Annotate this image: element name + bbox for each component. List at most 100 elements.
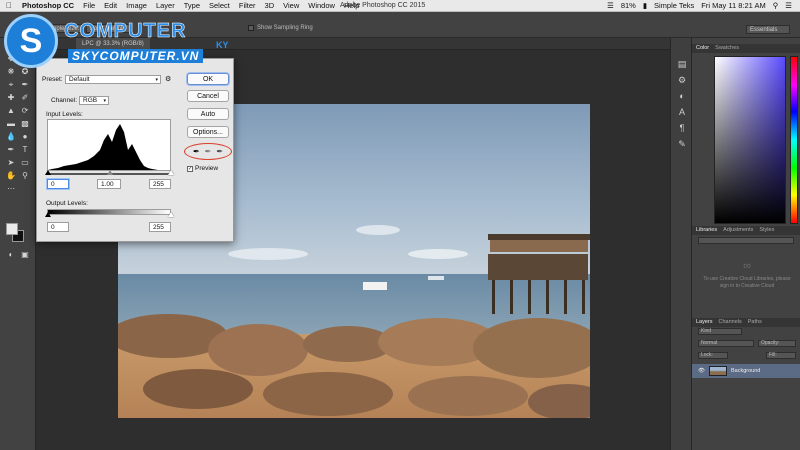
brush-tool-icon[interactable]: ✐ bbox=[20, 93, 30, 103]
preview-checkbox[interactable]: ✓ Preview bbox=[187, 165, 218, 172]
library-select[interactable] bbox=[698, 237, 794, 244]
menu-file[interactable]: File bbox=[83, 1, 95, 10]
checkbox-icon[interactable] bbox=[248, 25, 254, 31]
more-tools-icon[interactable]: ⋯ bbox=[6, 184, 16, 194]
workspace-switcher[interactable]: Essentials bbox=[746, 25, 790, 34]
zoom-tool-icon[interactable]: ⚲ bbox=[20, 171, 30, 181]
input-gamma-field[interactable]: 1.00 bbox=[97, 179, 121, 189]
layer-row-background[interactable]: 👁 Background bbox=[692, 364, 800, 378]
paragraph-icon[interactable]: ¶ bbox=[676, 122, 688, 134]
foreground-color-swatch[interactable] bbox=[6, 223, 18, 235]
screen-mode-icon[interactable]: ▣ bbox=[20, 250, 30, 260]
quick-select-tool-icon[interactable]: ✪ bbox=[20, 67, 30, 77]
cancel-button[interactable]: Cancel bbox=[187, 90, 229, 102]
menu-filter[interactable]: Filter bbox=[239, 1, 256, 10]
crop-tool-icon[interactable]: ⌖ bbox=[6, 80, 16, 90]
preset-options-icon[interactable]: ⚙ bbox=[165, 75, 171, 83]
opacity-label[interactable]: Opacity: bbox=[758, 340, 796, 347]
tab-styles[interactable]: Styles bbox=[759, 226, 774, 235]
output-black-handle[interactable] bbox=[45, 212, 51, 217]
menu-view[interactable]: View bbox=[283, 1, 299, 10]
channel-select[interactable]: RGB ▾ bbox=[79, 96, 109, 105]
history-brush-icon[interactable]: ⟳ bbox=[20, 106, 30, 116]
menu-edit[interactable]: Edit bbox=[104, 1, 117, 10]
document-tab[interactable]: LPC @ 33.3% (RGB/8) bbox=[76, 38, 150, 50]
panel-icon-strip: ▤ ⚙ ◐ A ¶ ✎ bbox=[670, 38, 692, 450]
options-button[interactable]: Options... bbox=[187, 126, 229, 138]
character-icon[interactable]: A bbox=[676, 106, 688, 118]
shape-tool-icon[interactable]: ▭ bbox=[20, 158, 30, 168]
eraser-tool-icon[interactable]: ▬ bbox=[6, 119, 16, 129]
menu-app-name[interactable]: Photoshop CC bbox=[22, 1, 74, 10]
menu-type[interactable]: Type bbox=[184, 1, 200, 10]
black-point-eyedropper-icon[interactable]: ✒ bbox=[193, 147, 200, 156]
input-gamma-handle[interactable] bbox=[107, 170, 113, 175]
lasso-tool-icon[interactable]: ❋ bbox=[6, 67, 16, 77]
white-point-eyedropper-icon[interactable]: ✒ bbox=[216, 147, 223, 156]
move-tool-icon[interactable]: ✥ bbox=[6, 54, 16, 64]
healing-tool-icon[interactable]: ✚ bbox=[6, 93, 16, 103]
color-field[interactable] bbox=[714, 56, 786, 224]
sampling-ring-label: Show Sampling Ring bbox=[257, 25, 313, 31]
auto-button[interactable]: Auto bbox=[187, 108, 229, 120]
wifi-icon[interactable]: ☰ bbox=[607, 1, 614, 10]
input-black-handle[interactable] bbox=[45, 170, 51, 175]
gradient-tool-icon[interactable]: ▩ bbox=[20, 119, 30, 129]
adjustments-icon[interactable]: ◐ bbox=[676, 90, 688, 102]
output-white-field[interactable]: 255 bbox=[149, 222, 171, 232]
right-panels: Color Swatches Libraries Adjustments Sty… bbox=[692, 38, 800, 450]
clock[interactable]: Fri May 11 8:21 AM bbox=[701, 1, 765, 10]
output-black-field[interactable]: 0 bbox=[47, 222, 69, 232]
ok-button[interactable]: OK bbox=[187, 73, 229, 85]
hue-slider[interactable] bbox=[790, 56, 798, 224]
quick-mask-icon[interactable]: ◐ bbox=[6, 250, 16, 260]
preset-select[interactable]: Default ▾ bbox=[65, 75, 161, 84]
tab-libraries[interactable]: Libraries bbox=[696, 226, 717, 235]
sample-size-select[interactable]: Point Sample bbox=[86, 24, 130, 33]
preset-value: Default bbox=[69, 76, 90, 83]
gray-point-eyedropper-icon[interactable]: ✒ bbox=[205, 147, 212, 156]
input-white-handle[interactable] bbox=[168, 170, 174, 175]
eyedropper-tool-icon[interactable]: ✒ bbox=[20, 80, 30, 90]
visibility-eye-icon[interactable]: 👁 bbox=[698, 368, 705, 374]
output-white-handle[interactable] bbox=[168, 212, 174, 217]
output-levels-label: Output Levels: bbox=[46, 200, 88, 207]
chevron-down-icon: ▾ bbox=[155, 77, 158, 83]
pen-tool-icon[interactable]: ✒ bbox=[6, 145, 16, 155]
dodge-tool-icon[interactable]: ● bbox=[20, 132, 30, 142]
tab-swatches[interactable]: Swatches bbox=[715, 44, 739, 53]
tab-color[interactable]: Color bbox=[696, 44, 709, 53]
tools-panel: ✥ □ ❋ ✪ ⌖ ✒ ✚ ✐ ▲ ⟳ ▬ ▩ 💧 ● ✒ T ➤ ▭ ✋ ⚲ … bbox=[0, 38, 36, 450]
marquee-tool-icon[interactable]: □ bbox=[20, 54, 30, 64]
battery-percent[interactable]: 81% bbox=[621, 1, 636, 10]
menu-3d[interactable]: 3D bbox=[265, 1, 275, 10]
menu-select[interactable]: Select bbox=[209, 1, 230, 10]
tab-adjustments[interactable]: Adjustments bbox=[723, 226, 753, 235]
apple-icon[interactable]:  bbox=[6, 1, 16, 10]
tab-layers[interactable]: Layers bbox=[696, 318, 713, 327]
fill-label[interactable]: Fill: bbox=[766, 352, 796, 359]
sampling-ring-checkbox[interactable]: Show Sampling Ring bbox=[248, 25, 313, 31]
properties-icon[interactable]: ⚙ bbox=[676, 74, 688, 86]
brush-settings-icon[interactable]: ✎ bbox=[676, 138, 688, 150]
input-white-field[interactable]: 255 bbox=[149, 179, 171, 189]
tab-paths[interactable]: Paths bbox=[748, 318, 762, 327]
tab-channels[interactable]: Channels bbox=[719, 318, 742, 327]
input-black-field[interactable]: 0 bbox=[47, 179, 69, 189]
blend-mode-select[interactable]: Normal bbox=[698, 340, 754, 347]
checkmark-icon[interactable]: ✓ bbox=[187, 165, 193, 172]
menu-image[interactable]: Image bbox=[126, 1, 147, 10]
user-name[interactable]: Simple Teks bbox=[654, 1, 694, 10]
path-select-tool-icon[interactable]: ➤ bbox=[6, 158, 16, 168]
stamp-tool-icon[interactable]: ▲ bbox=[6, 106, 16, 116]
hand-tool-icon[interactable]: ✋ bbox=[6, 171, 16, 181]
notifications-icon[interactable]: ☰ bbox=[785, 1, 792, 10]
history-icon[interactable]: ▤ bbox=[676, 58, 688, 70]
layer-filter-kind[interactable]: Kind bbox=[698, 328, 742, 335]
type-tool-icon[interactable]: T bbox=[20, 145, 30, 155]
search-icon[interactable]: ⚲ bbox=[773, 1, 779, 10]
menu-window[interactable]: Window bbox=[308, 1, 335, 10]
libraries-panel-tabs: Libraries Adjustments Styles bbox=[692, 226, 800, 235]
blur-tool-icon[interactable]: 💧 bbox=[6, 132, 16, 142]
menu-layer[interactable]: Layer bbox=[156, 1, 175, 10]
